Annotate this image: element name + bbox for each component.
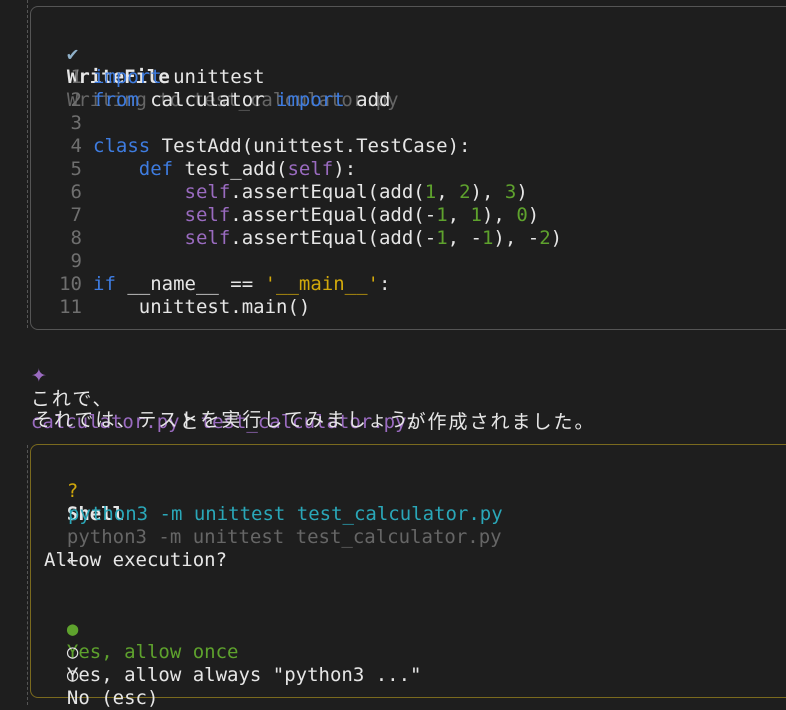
code-token: unittest.main() bbox=[93, 296, 311, 318]
line-number: 8 bbox=[70, 227, 82, 249]
code-token: 1 bbox=[470, 204, 482, 226]
code-token: ), - bbox=[493, 227, 540, 249]
code-token: .assertEqual(add(- bbox=[230, 227, 437, 249]
code-token: add bbox=[344, 89, 391, 111]
code-line: 11 unittest.main() bbox=[20, 296, 310, 319]
code-token: calculator bbox=[138, 89, 277, 111]
code-token: self bbox=[184, 227, 231, 249]
option-label: No (esc) bbox=[66, 687, 159, 709]
code-token: ), bbox=[481, 204, 517, 226]
message-prefix: これで、 bbox=[30, 388, 114, 410]
code-line: 5 def test_add(self): bbox=[20, 158, 357, 181]
line-number: 1 bbox=[70, 66, 82, 88]
radio-unselected-icon: ○ bbox=[66, 664, 79, 686]
code-token: import bbox=[93, 66, 162, 88]
code-token: 2 bbox=[539, 227, 551, 249]
allow-prompt: Allow execution? bbox=[44, 549, 228, 571]
code-token: , bbox=[447, 204, 471, 226]
code-token: ), bbox=[470, 181, 505, 203]
code-line: 10 if __name__ == '__main__': bbox=[20, 273, 390, 296]
code-token: test_add( bbox=[173, 158, 288, 180]
code-token: 0 bbox=[516, 204, 528, 226]
assistant-message-2: それでは、テストを実行してみましょう。 bbox=[33, 409, 430, 431]
line-number: 7 bbox=[70, 204, 82, 226]
code-token: 1 bbox=[436, 227, 448, 249]
code-line: 2 from calculator import add bbox=[20, 89, 391, 112]
line-number: 11 bbox=[59, 296, 82, 318]
code-token: 1 bbox=[424, 181, 437, 203]
code-token: ) bbox=[550, 227, 563, 249]
line-number: 3 bbox=[70, 112, 82, 134]
message-suffix: が作成されました。 bbox=[406, 411, 596, 433]
code-token: def bbox=[138, 158, 174, 180]
line-number: 4 bbox=[70, 135, 82, 157]
code-token: ) bbox=[516, 181, 528, 203]
code-token: unittest bbox=[161, 66, 265, 88]
line-number: 5 bbox=[70, 158, 82, 180]
code-token: '__main__' bbox=[264, 273, 379, 295]
code-line: 7 self.assertEqual(add(-1, 1), 0) bbox=[20, 204, 540, 227]
shell-command: python3 -m unittest test_calculator.py bbox=[68, 503, 503, 525]
code-token: .assertEqual(add( bbox=[230, 181, 425, 203]
option-no[interactable]: ○ No (esc) bbox=[44, 641, 159, 710]
code-token: if bbox=[93, 273, 116, 295]
sparkle-icon: ✦ bbox=[30, 365, 47, 387]
left-rail-shell bbox=[27, 445, 28, 705]
code-token: : bbox=[379, 273, 391, 295]
code-token: 3 bbox=[504, 181, 517, 203]
code-token: __name__ == bbox=[115, 273, 265, 295]
code-line: 8 self.assertEqual(add(-1, -1), -2) bbox=[20, 227, 563, 250]
code-token: class bbox=[93, 135, 151, 157]
code-token: ): bbox=[333, 158, 357, 180]
line-number: 10 bbox=[59, 273, 82, 295]
line-number: 6 bbox=[70, 181, 82, 203]
code-token: 2 bbox=[459, 181, 471, 203]
line-number: 9 bbox=[70, 250, 82, 272]
code-token: import bbox=[276, 89, 345, 111]
line-number: 2 bbox=[70, 89, 82, 111]
code-token: .assertEqual(add(- bbox=[230, 204, 437, 226]
code-line: 3 bbox=[20, 112, 93, 135]
code-token: ) bbox=[527, 204, 540, 226]
code-line: 1 import unittest bbox=[20, 66, 265, 89]
shell-tool-description: python3 -m unittest test_calculator.py bbox=[66, 526, 502, 548]
code-line: 4 class TestAdd(unittest.TestCase): bbox=[20, 135, 471, 158]
code-line: 6 self.assertEqual(add(1, 2), 3) bbox=[20, 181, 528, 204]
code-line: 9 bbox=[20, 250, 93, 273]
code-token: 1 bbox=[436, 204, 448, 226]
code-token: , bbox=[436, 181, 460, 203]
code-token: from bbox=[93, 89, 139, 111]
check-icon: ✔ bbox=[66, 43, 79, 65]
code-token: self bbox=[184, 181, 231, 203]
code-token: self bbox=[287, 158, 334, 180]
code-token: , - bbox=[447, 227, 482, 249]
code-token: self bbox=[184, 204, 231, 226]
code-token: TestAdd(unittest.TestCase): bbox=[150, 135, 471, 157]
question-icon: ? bbox=[66, 480, 79, 502]
code-token: 1 bbox=[481, 227, 494, 249]
